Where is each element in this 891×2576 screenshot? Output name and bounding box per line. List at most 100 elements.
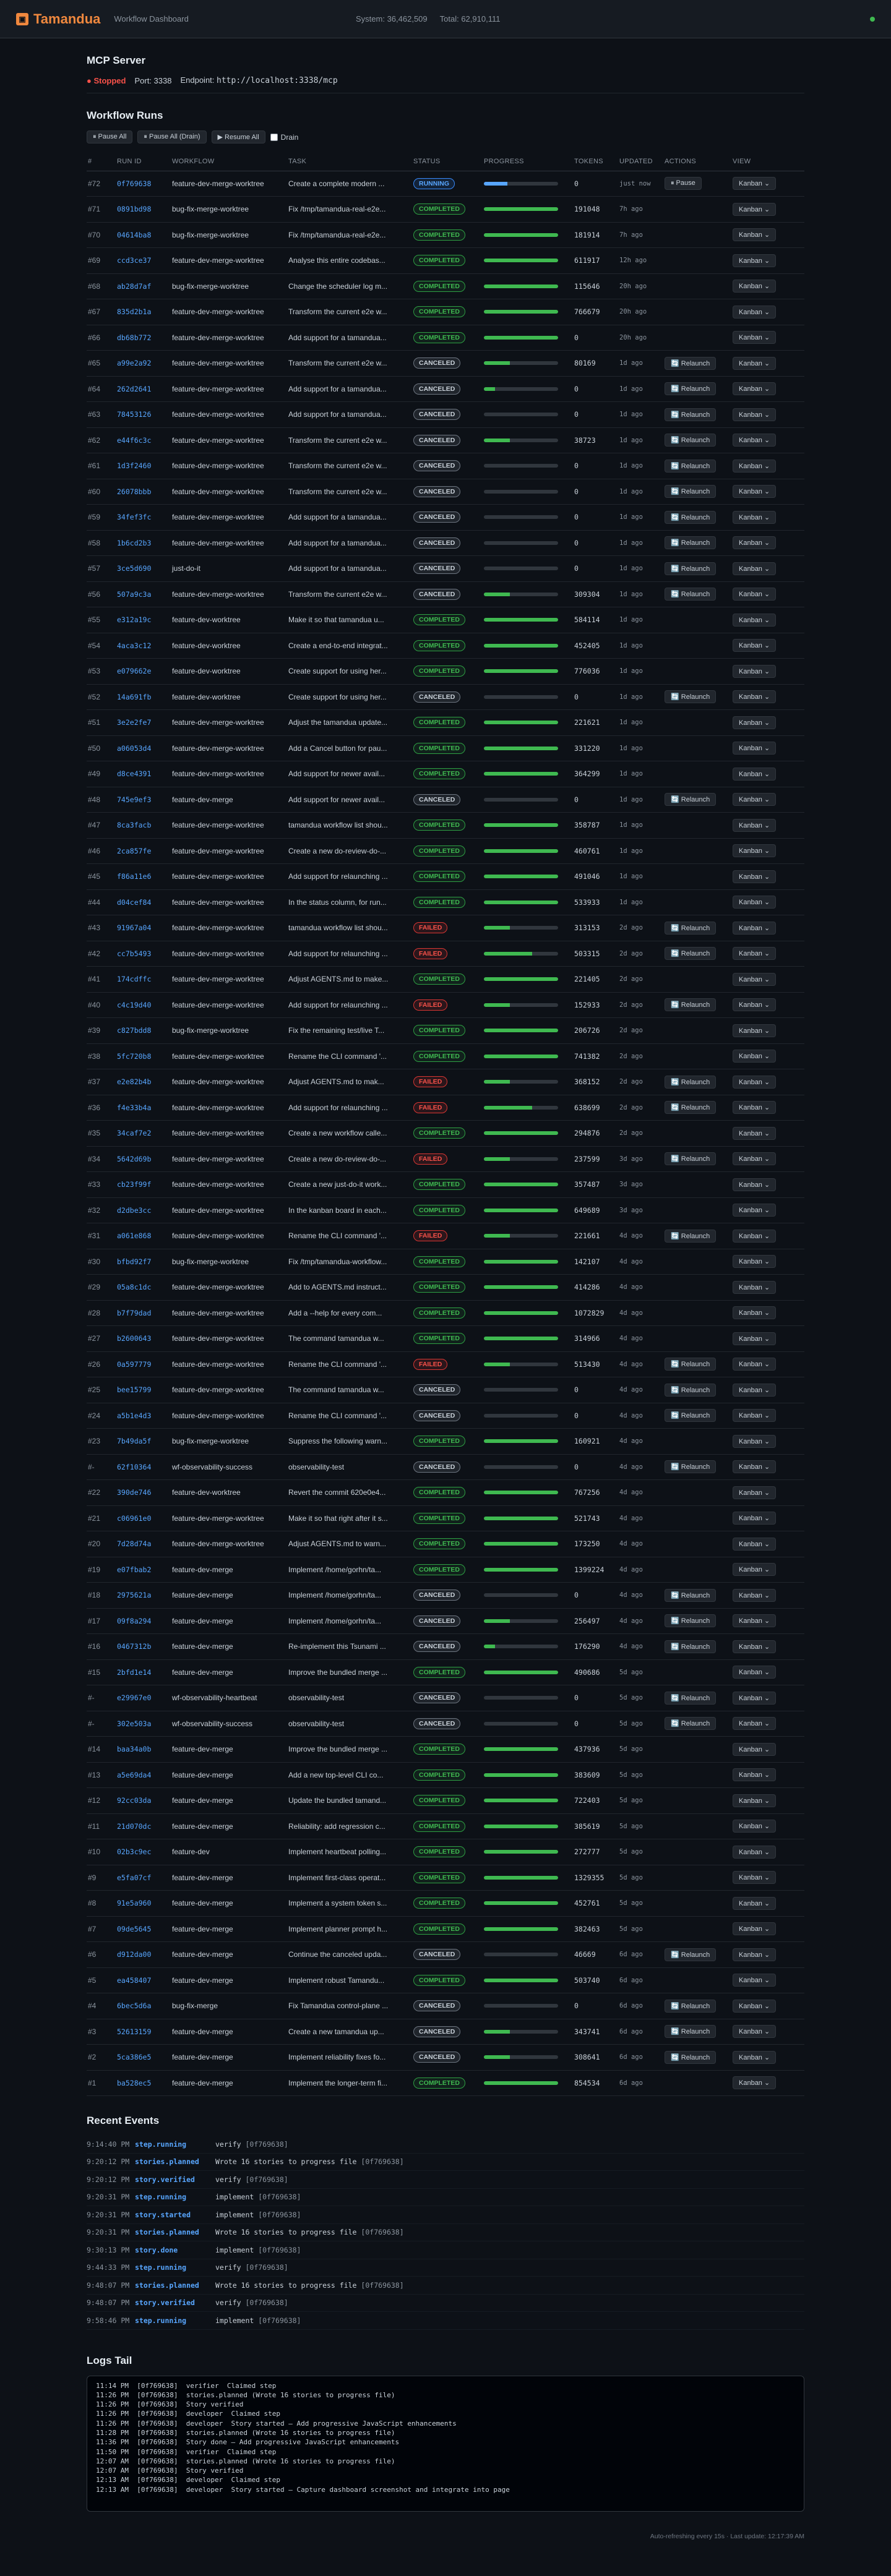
run-id-link[interactable]: 09de5645 — [116, 1916, 171, 1942]
table-row[interactable]: #22 390de746 feature-dev-worktree Revert th… — [87, 1480, 804, 1505]
kanban-view-button[interactable]: Kanban ⌄ — [733, 1152, 777, 1166]
table-row[interactable]: #19 e07fbab2 feature-dev-merge Implement /h… — [87, 1557, 804, 1583]
kanban-view-button[interactable]: Kanban ⌄ — [733, 485, 777, 499]
relaunch-button[interactable]: 🔄 Relaunch — [665, 408, 717, 421]
kanban-view-button[interactable]: Kanban ⌄ — [733, 1409, 777, 1423]
kanban-view-button[interactable]: Kanban ⌄ — [733, 459, 777, 473]
relaunch-button[interactable]: 🔄 Relaunch — [665, 1409, 717, 1423]
kanban-view-button[interactable]: Kanban ⌄ — [733, 331, 777, 344]
relaunch-button[interactable]: 🔄 Relaunch — [665, 1588, 717, 1602]
relaunch-button[interactable]: 🔄 Relaunch — [665, 2050, 717, 2064]
kanban-view-button[interactable]: Kanban ⌄ — [733, 1640, 777, 1653]
kanban-view-button[interactable]: Kanban ⌄ — [733, 818, 777, 832]
run-id-link[interactable]: f4e33b4a — [116, 1095, 171, 1121]
table-row[interactable]: #29 05a8c1dc feature-dev-merge-worktree Add… — [87, 1275, 804, 1300]
relaunch-button[interactable]: 🔄 Relaunch — [665, 1229, 717, 1243]
run-id-link[interactable]: 09f8a294 — [116, 1608, 171, 1634]
table-row[interactable]: #69 ccd3ce37 feature-dev-merge-worktree Ana… — [87, 248, 804, 274]
run-id-link[interactable]: bfbd92f7 — [116, 1249, 171, 1275]
table-row[interactable]: #4 6bec5d6a bug-fix-merge Fix Tamandua cont… — [87, 1993, 804, 2019]
table-row[interactable]: #8 91e5a960 feature-dev-merge Implement a s… — [87, 1891, 804, 1916]
table-row[interactable]: #24 a5b1e4d3 feature-dev-merge-worktree Ren… — [87, 1403, 804, 1429]
table-row[interactable]: #71 0891bd98 bug-fix-merge-worktree Fix /tm… — [87, 197, 804, 223]
kanban-view-button[interactable]: Kanban ⌄ — [733, 1434, 777, 1448]
table-row[interactable]: #60 26078bbb feature-dev-merge-worktree Tra… — [87, 479, 804, 505]
run-id-link[interactable]: 507a9c3a — [116, 581, 171, 607]
kanban-view-button[interactable]: Kanban ⌄ — [733, 1204, 777, 1217]
kanban-view-button[interactable]: Kanban ⌄ — [733, 280, 777, 293]
run-id-link[interactable]: e2e82b4b — [116, 1069, 171, 1095]
kanban-view-button[interactable]: Kanban ⌄ — [733, 536, 777, 550]
run-id-link[interactable]: bee15799 — [116, 1377, 171, 1403]
relaunch-button[interactable]: 🔄 Relaunch — [665, 588, 717, 601]
table-row[interactable]: #12 92cc03da feature-dev-merge Update the b… — [87, 1788, 804, 1813]
kanban-view-button[interactable]: Kanban ⌄ — [733, 1717, 777, 1731]
kanban-view-button[interactable]: Kanban ⌄ — [733, 742, 777, 755]
pause-all-button[interactable]: ⏸ Pause All — [87, 131, 133, 143]
kanban-view-button[interactable]: Kanban ⌄ — [733, 562, 777, 575]
run-id-link[interactable]: e07fbab2 — [116, 1557, 171, 1583]
relaunch-button[interactable]: 🔄 Relaunch — [665, 793, 717, 807]
table-row[interactable]: #32 d2dbe3cc feature-dev-merge-worktree In … — [87, 1197, 804, 1223]
kanban-view-button[interactable]: Kanban ⌄ — [733, 896, 777, 909]
table-row[interactable]: #70 04614ba8 bug-fix-merge-worktree Fix /tm… — [87, 222, 804, 248]
table-row[interactable]: #38 5fc720b8 feature-dev-merge-worktree Ren… — [87, 1043, 804, 1069]
kanban-view-button[interactable]: Kanban ⌄ — [733, 1794, 777, 1807]
run-id-link[interactable]: 5642d69b — [116, 1146, 171, 1172]
table-row[interactable]: #55 e312a19c feature-dev-worktree Make it s… — [87, 607, 804, 633]
kanban-view-button[interactable]: Kanban ⌄ — [733, 1896, 777, 1910]
run-id-link[interactable]: c4c19d40 — [116, 992, 171, 1018]
run-id-link[interactable]: 3ce5d690 — [116, 556, 171, 582]
run-id-link[interactable]: 7d28d74a — [116, 1531, 171, 1557]
relaunch-button[interactable]: 🔄 Relaunch — [665, 485, 717, 499]
table-row[interactable]: #15 2bfd1e14 feature-dev-merge Improve the … — [87, 1659, 804, 1685]
run-id-link[interactable]: 174cdffc — [116, 967, 171, 993]
table-row[interactable]: #6 d912da00 feature-dev-merge Continue the … — [87, 1942, 804, 1967]
table-row[interactable]: #43 91967a04 feature-dev-merge-worktree tam… — [87, 915, 804, 941]
table-row[interactable]: #23 7b49da5f bug-fix-merge-worktree Suppres… — [87, 1429, 804, 1454]
relaunch-button[interactable]: 🔄 Relaunch — [665, 459, 717, 473]
relaunch-button[interactable]: 🔄 Relaunch — [665, 921, 717, 935]
table-row[interactable]: #61 1d3f2460 feature-dev-merge-worktree Tra… — [87, 453, 804, 479]
table-row[interactable]: #34 5642d69b feature-dev-merge-worktree Cre… — [87, 1146, 804, 1172]
kanban-view-button[interactable]: Kanban ⌄ — [733, 998, 777, 1012]
kanban-view-button[interactable]: Kanban ⌄ — [733, 1588, 777, 1602]
table-row[interactable]: #65 a99e2a92 feature-dev-merge-worktree Tra… — [87, 351, 804, 376]
run-id-link[interactable]: 2bfd1e14 — [116, 1659, 171, 1685]
table-row[interactable]: #33 cb23f99f feature-dev-merge-worktree Cre… — [87, 1172, 804, 1197]
relaunch-button[interactable]: 🔄 Relaunch — [665, 2025, 717, 2039]
kanban-view-button[interactable]: Kanban ⌄ — [733, 202, 777, 216]
run-id-link[interactable]: 91967a04 — [116, 915, 171, 941]
relaunch-button[interactable]: 🔄 Relaunch — [665, 1640, 717, 1653]
kanban-view-button[interactable]: Kanban ⌄ — [733, 1383, 777, 1397]
run-id-link[interactable]: ea458407 — [116, 1967, 171, 1993]
table-row[interactable]: #9 e5fa07cf feature-dev-merge Implement fir… — [87, 1865, 804, 1891]
table-row[interactable]: #14 baa34a0b feature-dev-merge Improve the … — [87, 1737, 804, 1762]
drain-toggle[interactable]: Drain — [270, 133, 298, 142]
run-id-link[interactable]: 34fef3fc — [116, 505, 171, 531]
run-id-link[interactable]: 62f10364 — [116, 1454, 171, 1480]
run-id-link[interactable]: ccd3ce37 — [116, 248, 171, 274]
run-id-link[interactable]: c06961e0 — [116, 1505, 171, 1531]
run-id-link[interactable]: 0891bd98 — [116, 197, 171, 223]
kanban-view-button[interactable]: Kanban ⌄ — [733, 1974, 777, 1987]
kanban-view-button[interactable]: Kanban ⌄ — [733, 870, 777, 883]
table-row[interactable]: #54 4aca3c12 feature-dev-worktree Create a … — [87, 633, 804, 659]
kanban-view-button[interactable]: Kanban ⌄ — [733, 1486, 777, 1499]
table-row[interactable]: #11 21d070dc feature-dev-merge Reliability:… — [87, 1813, 804, 1839]
run-id-link[interactable]: 14a691fb — [116, 684, 171, 710]
kanban-view-button[interactable]: Kanban ⌄ — [733, 1845, 777, 1859]
kanban-view-button[interactable]: Kanban ⌄ — [733, 1537, 777, 1551]
run-id-link[interactable]: 745e9ef3 — [116, 787, 171, 813]
kanban-view-button[interactable]: Kanban ⌄ — [733, 177, 777, 190]
run-id-link[interactable]: 4aca3c12 — [116, 633, 171, 659]
run-id-link[interactable]: 5fc720b8 — [116, 1043, 171, 1069]
table-row[interactable]: #49 d8ce4391 feature-dev-merge-worktree Add… — [87, 761, 804, 787]
run-id-link[interactable]: cc7b5493 — [116, 941, 171, 967]
table-row[interactable]: #3 52613159 feature-dev-merge Create a new … — [87, 2019, 804, 2045]
run-id-link[interactable]: 04614ba8 — [116, 222, 171, 248]
table-row[interactable]: #16 0467312b feature-dev-merge Re-implement… — [87, 1634, 804, 1659]
run-id-link[interactable]: 26078bbb — [116, 479, 171, 505]
kanban-view-button[interactable]: Kanban ⌄ — [733, 1742, 777, 1756]
run-id-link[interactable]: 0a597779 — [116, 1351, 171, 1377]
